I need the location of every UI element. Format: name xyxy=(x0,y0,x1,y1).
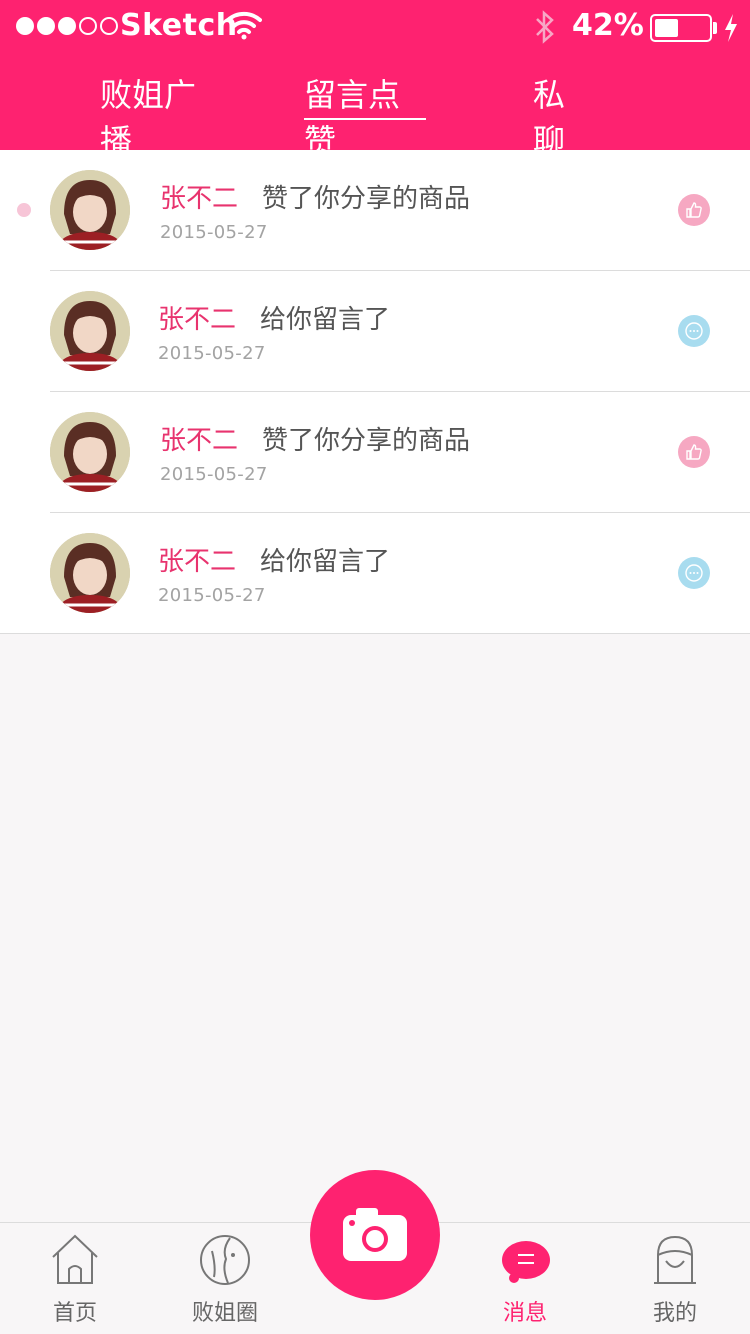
battery-nub xyxy=(713,22,717,34)
comment-icon xyxy=(678,315,710,347)
tab-label: 败姐广播 xyxy=(100,76,197,160)
home-icon xyxy=(52,1234,98,1284)
notification-text: 赞了你分享的商品 xyxy=(262,184,471,214)
profile-icon xyxy=(654,1235,696,1284)
notification-list: 张不二 赞了你分享的商品 2015-05-27 张不二 给你留言了 2015-0… xyxy=(0,150,750,634)
app-header: Sketch 42% 败姐广播 留言点赞 私聊 xyxy=(0,0,750,160)
wifi-icon xyxy=(226,11,262,40)
battery-icon xyxy=(650,14,712,42)
nav-label: 消息 xyxy=(502,1301,547,1326)
charging-bolt-icon xyxy=(725,14,737,42)
nav-home[interactable]: 首页 xyxy=(20,1223,130,1334)
avatar[interactable] xyxy=(50,412,130,492)
user-name[interactable]: 张不二 xyxy=(158,541,236,578)
user-name[interactable]: 张不二 xyxy=(158,299,236,336)
nav-circle[interactable]: 败姐圈 xyxy=(170,1223,280,1334)
list-item[interactable]: 张不二 给你留言了 2015-05-27 xyxy=(0,513,750,634)
notification-date: 2015-05-27 xyxy=(158,343,266,364)
circle-face-icon xyxy=(200,1235,250,1285)
camera-icon xyxy=(343,1208,407,1261)
signal-strength-icon xyxy=(16,17,118,35)
carrier-name: Sketch xyxy=(120,8,238,43)
message-tabs: 败姐广播 留言点赞 私聊 xyxy=(0,70,750,160)
nav-profile[interactable]: 我的 xyxy=(620,1223,730,1334)
tab-label: 留言点赞 xyxy=(304,76,401,160)
active-tab-indicator xyxy=(304,118,426,120)
like-icon xyxy=(678,194,710,226)
camera-button[interactable] xyxy=(310,1170,440,1300)
avatar[interactable] xyxy=(50,170,130,250)
user-name[interactable]: 张不二 xyxy=(160,420,238,457)
avatar[interactable] xyxy=(50,533,130,613)
list-item[interactable]: 张不二 赞了你分享的商品 2015-05-27 xyxy=(0,392,750,513)
nav-label: 首页 xyxy=(52,1301,97,1326)
notification-text: 给你留言了 xyxy=(260,305,391,335)
notification-date: 2015-05-27 xyxy=(160,464,268,485)
row-divider xyxy=(0,633,750,634)
notification-date: 2015-05-27 xyxy=(160,222,268,243)
unread-dot xyxy=(17,203,31,217)
tab-label: 私聊 xyxy=(533,76,580,160)
list-item[interactable]: 张不二 赞了你分享的商品 2015-05-27 xyxy=(0,150,750,271)
user-name[interactable]: 张不二 xyxy=(160,178,238,215)
tab-private-chat[interactable]: 私聊 xyxy=(533,70,613,160)
notification-text: 给你留言了 xyxy=(260,547,391,577)
status-bar: Sketch 42% xyxy=(0,0,750,54)
list-item[interactable]: 张不二 给你留言了 2015-05-27 xyxy=(0,271,750,392)
notification-text: 赞了你分享的商品 xyxy=(262,426,471,456)
tab-comments-likes[interactable]: 留言点赞 xyxy=(304,70,426,160)
nav-label: 我的 xyxy=(652,1301,697,1326)
nav-label: 败姐圈 xyxy=(191,1301,258,1326)
tab-broadcast[interactable]: 败姐广播 xyxy=(100,70,222,160)
battery-percent: 42% xyxy=(572,8,644,43)
nav-messages[interactable]: 消息 xyxy=(470,1223,580,1334)
bluetooth-icon xyxy=(536,10,554,44)
avatar[interactable] xyxy=(50,291,130,371)
notification-date: 2015-05-27 xyxy=(158,585,266,606)
comment-icon xyxy=(678,557,710,589)
message-bubble-icon xyxy=(502,1241,550,1283)
like-icon xyxy=(678,436,710,468)
